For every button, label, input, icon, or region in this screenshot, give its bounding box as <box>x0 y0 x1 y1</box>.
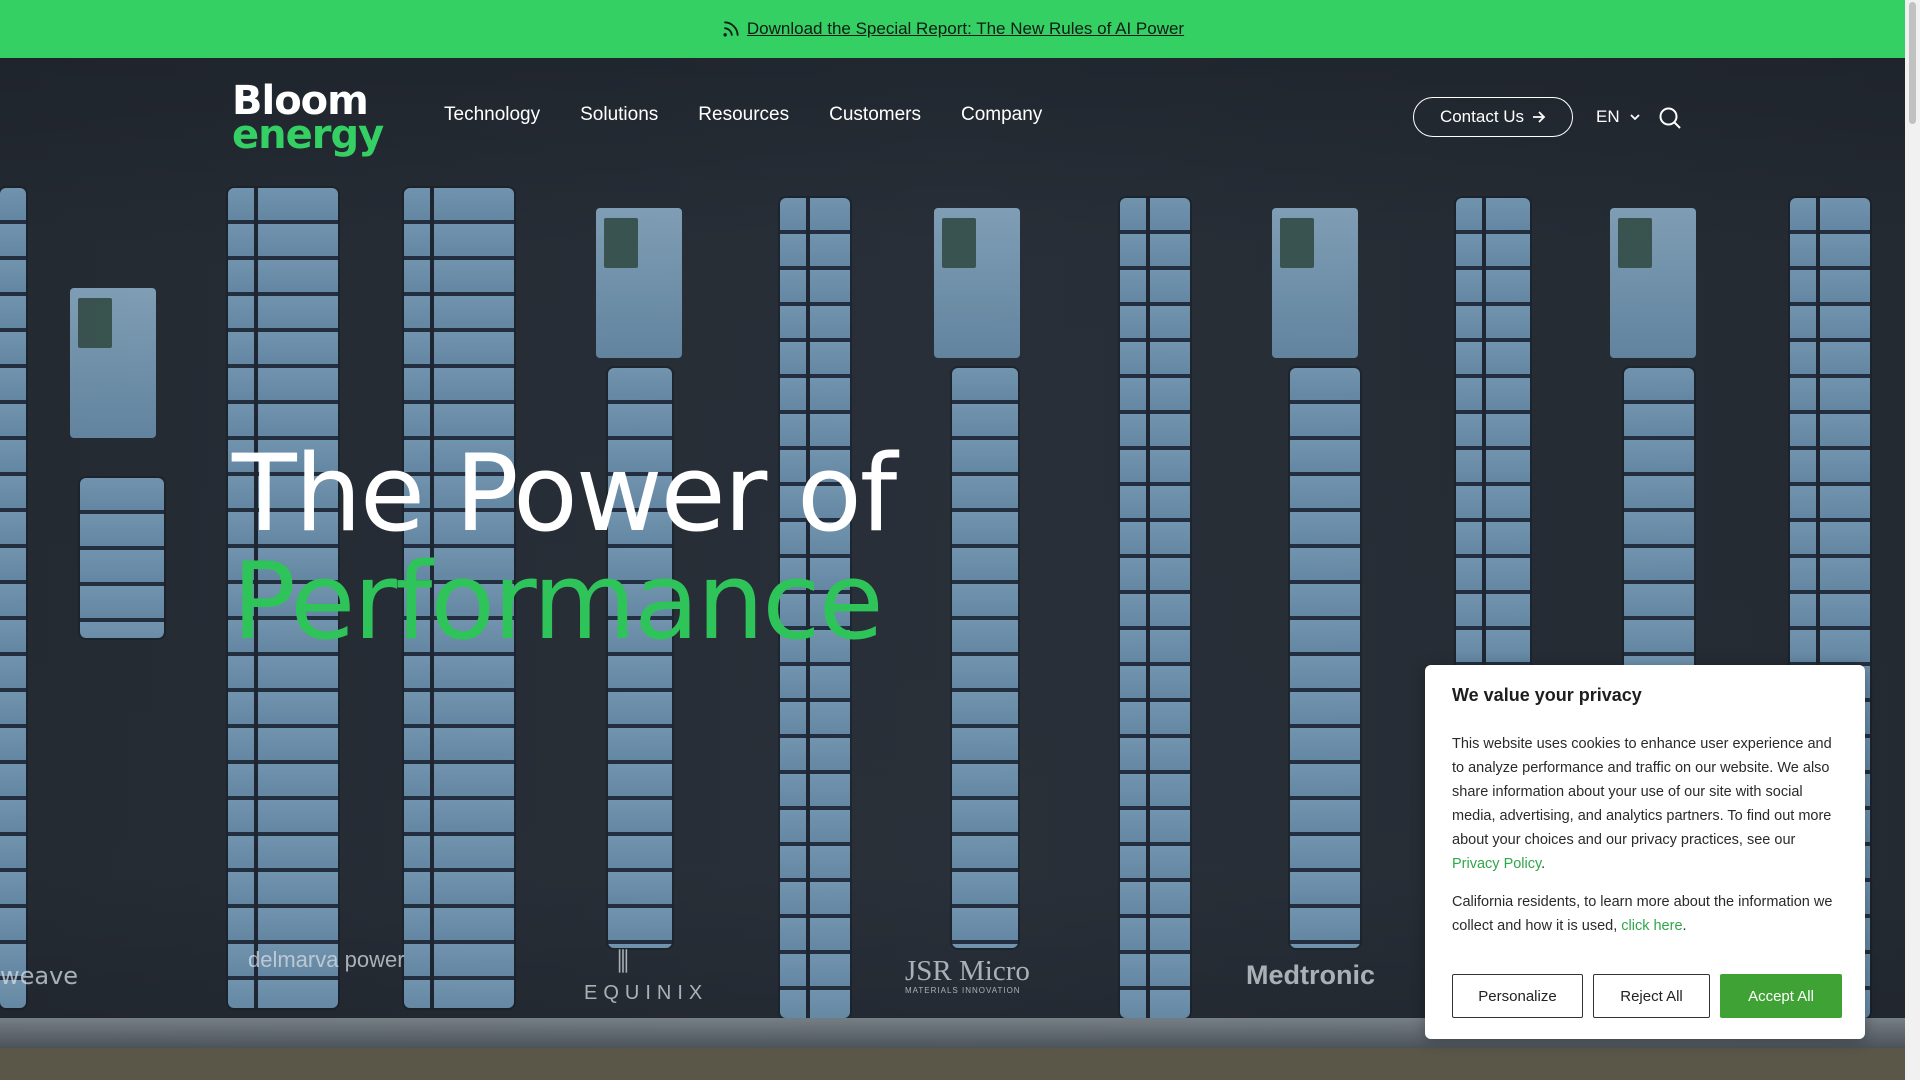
personalize-button[interactable]: Personalize <box>1452 974 1583 1018</box>
search-icon[interactable] <box>1658 106 1682 130</box>
accept-all-button[interactable]: Accept All <box>1720 974 1842 1018</box>
nav-technology[interactable]: Technology <box>444 104 540 126</box>
background-ground <box>0 1048 1905 1080</box>
scrollbar-thumb[interactable] <box>1909 2 1916 124</box>
logo-weave: weave <box>0 962 79 990</box>
background-unit <box>596 208 682 358</box>
background-row <box>80 478 164 638</box>
hero-line-2: Performance <box>232 540 884 663</box>
contact-us-button[interactable]: Contact Us <box>1413 97 1573 137</box>
cookie-consent-dialog: We value your privacy This website uses … <box>1425 665 1865 1039</box>
arrow-right-icon <box>1533 111 1546 123</box>
hero-headline: The Power of Performance <box>232 432 897 663</box>
cookie-body-end: . <box>1541 856 1546 872</box>
equinix-mark-icon: ⫼ <box>617 946 629 976</box>
cookie-ca-end: . <box>1682 918 1687 934</box>
nav-company[interactable]: Company <box>961 104 1042 126</box>
reject-all-button[interactable]: Reject All <box>1593 974 1710 1018</box>
privacy-policy-link[interactable]: Privacy Policy <box>1452 856 1541 872</box>
nav-solutions[interactable]: Solutions <box>580 104 658 126</box>
cookie-body-text: This website uses cookies to enhance use… <box>1452 736 1832 848</box>
announcement-bar: Download the Special Report: The New Rul… <box>0 0 1905 58</box>
cookie-ca-notice: California residents, to learn more abou… <box>1452 890 1838 938</box>
page-scrollbar[interactable] <box>1905 0 1920 1080</box>
logo-line-2: energy <box>232 112 384 158</box>
cookie-body: This website uses cookies to enhance use… <box>1452 732 1838 876</box>
nav-resources[interactable]: Resources <box>698 104 789 126</box>
background-unit <box>1272 208 1358 358</box>
bloom-energy-logo[interactable]: Bloom energy <box>232 81 384 158</box>
contact-us-label: Contact Us <box>1439 107 1525 126</box>
main-nav: Technology Solutions Resources Customers… <box>444 104 1042 126</box>
logo-equinix: EQUINIX <box>584 982 709 1004</box>
nav-customers[interactable]: Customers <box>829 104 921 126</box>
chevron-down-icon <box>1629 114 1640 121</box>
special-report-link[interactable]: Download the Special Report: The New Rul… <box>721 19 1184 39</box>
background-unit <box>70 288 156 438</box>
background-unit <box>1610 208 1696 358</box>
language-selector[interactable]: EN <box>1596 107 1640 127</box>
language-label: EN <box>1596 107 1620 126</box>
announcement-text: Download the Special Report: The New Rul… <box>746 19 1185 38</box>
background-unit <box>934 208 1020 358</box>
logo-medtronic: Medtronic <box>1246 960 1376 990</box>
background-row <box>1290 368 1360 948</box>
ca-click-here-link[interactable]: click here <box>1621 918 1682 934</box>
logo-jsr-tagline: MATERIALS INNOVATION <box>905 986 1021 995</box>
background-row <box>952 368 1018 948</box>
hero-line-1: The Power of <box>232 432 897 555</box>
logo-delmarva: delmarva power <box>248 947 405 972</box>
background-row <box>1120 198 1190 1018</box>
background-row <box>0 188 26 1008</box>
rss-icon <box>723 21 739 37</box>
cookie-title: We value your privacy <box>1452 685 1642 705</box>
logo-jsr-micro: JSR Micro <box>905 955 1030 987</box>
cookie-button-row: Personalize Reject All Accept All <box>1452 974 1842 1018</box>
